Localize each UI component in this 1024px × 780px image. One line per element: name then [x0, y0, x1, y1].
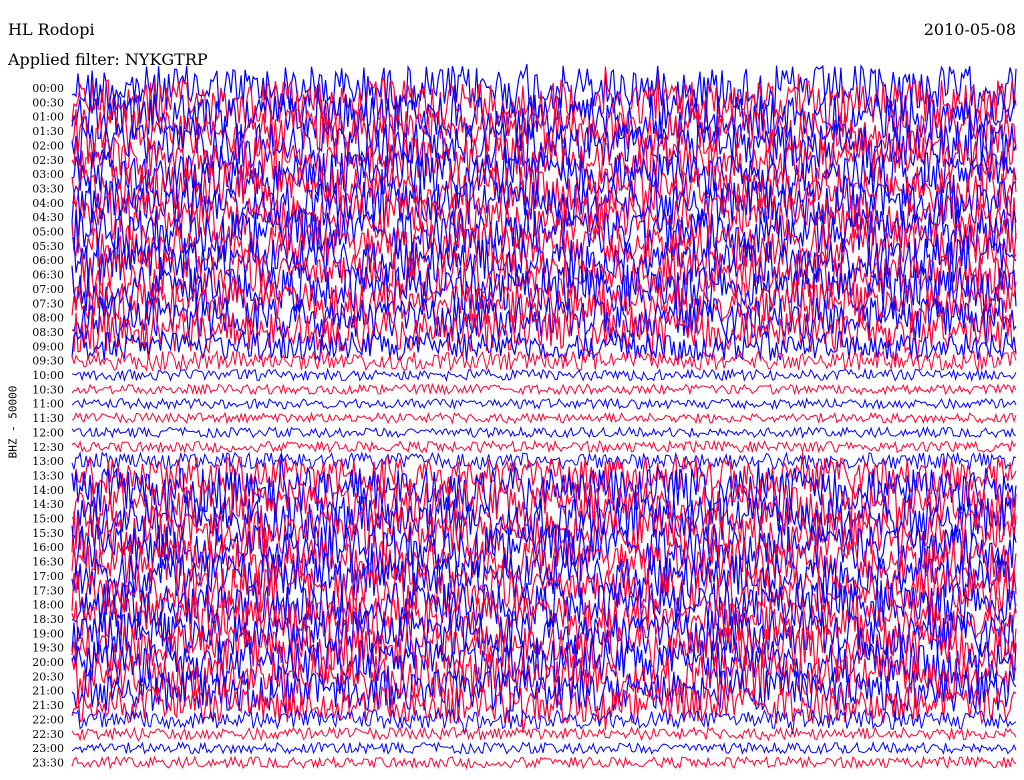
time-label-1230: 12:30 [32, 441, 64, 454]
time-label-0630: 06:30 [32, 269, 64, 282]
time-label-1600: 16:00 [32, 541, 64, 554]
time-label-1700: 17:00 [32, 570, 64, 583]
time-label-0830: 08:30 [32, 326, 64, 339]
trace-1130 [71, 411, 1017, 425]
time-label-1500: 15:00 [32, 513, 64, 526]
time-label-1430: 14:30 [32, 498, 64, 511]
time-label-0700: 07:00 [32, 283, 64, 296]
time-label-0100: 01:00 [32, 111, 64, 124]
time-label-1330: 13:30 [32, 469, 64, 482]
time-label-0330: 03:30 [32, 182, 64, 195]
trace-1200 [71, 425, 1017, 439]
time-label-2300: 23:00 [32, 742, 64, 755]
time-label-2200: 22:00 [32, 713, 64, 726]
time-label-0430: 04:30 [32, 211, 64, 224]
time-label-1130: 11:30 [32, 412, 64, 425]
time-label-1000: 10:00 [32, 369, 64, 382]
trace-1100 [71, 397, 1017, 411]
time-label-2130: 21:30 [32, 699, 64, 712]
time-label-group: 00:0000:30 01:0001:3002:00 02:3003:0003:30… [32, 82, 64, 769]
time-label-1900: 19:00 [32, 627, 64, 640]
time-label-0730: 07:30 [32, 297, 64, 310]
time-label-2100: 21:00 [32, 685, 64, 698]
time-label-0530: 05:30 [32, 240, 64, 253]
trace-2330 [71, 755, 1017, 770]
time-label-0300: 03:00 [32, 168, 64, 181]
time-label-0030: 00:30 [32, 96, 64, 109]
time-label-1530: 15:30 [32, 527, 64, 540]
time-label-1830: 18:30 [32, 613, 64, 626]
trace-1030 [71, 382, 1017, 396]
time-label-0900: 09:00 [32, 340, 64, 353]
trace-group [71, 63, 1017, 770]
time-label-1400: 14:00 [32, 484, 64, 497]
time-label-1200: 12:00 [32, 426, 64, 439]
time-label-1800: 18:00 [32, 599, 64, 612]
trace-2230 [71, 725, 1017, 742]
trace-1000 [71, 367, 1017, 383]
time-label-1300: 13:00 [32, 455, 64, 468]
time-label-1930: 19:30 [32, 642, 64, 655]
time-label-2330: 23:30 [32, 756, 64, 769]
time-label-2230: 22:30 [32, 728, 64, 741]
time-label-0000: 00:00 [32, 82, 64, 95]
trace-2300 [71, 740, 1017, 756]
trace-2030 [71, 641, 1017, 701]
time-label-0200: 02:00 [32, 139, 64, 152]
time-label-2000: 20:00 [32, 656, 64, 669]
time-label-1100: 11:00 [32, 398, 64, 411]
time-label-1030: 10:30 [32, 383, 64, 396]
time-label-0400: 04:00 [32, 197, 64, 210]
time-label-0930: 09:30 [32, 355, 64, 368]
time-label-0800: 08:00 [32, 312, 64, 325]
time-label-0130: 01:30 [32, 125, 64, 138]
time-label-0600: 06:00 [32, 254, 64, 267]
time-label-0230: 02:30 [32, 154, 64, 167]
time-label-0500: 05:00 [32, 226, 64, 239]
trace-1230 [71, 439, 1017, 454]
helicorder-plot: 00:0000:30 01:0001:3002:00 02:3003:0003:30… [32, 63, 1017, 770]
time-label-1630: 16:30 [32, 556, 64, 569]
time-label-2030: 20:30 [32, 670, 64, 683]
time-label-1730: 17:30 [32, 584, 64, 597]
